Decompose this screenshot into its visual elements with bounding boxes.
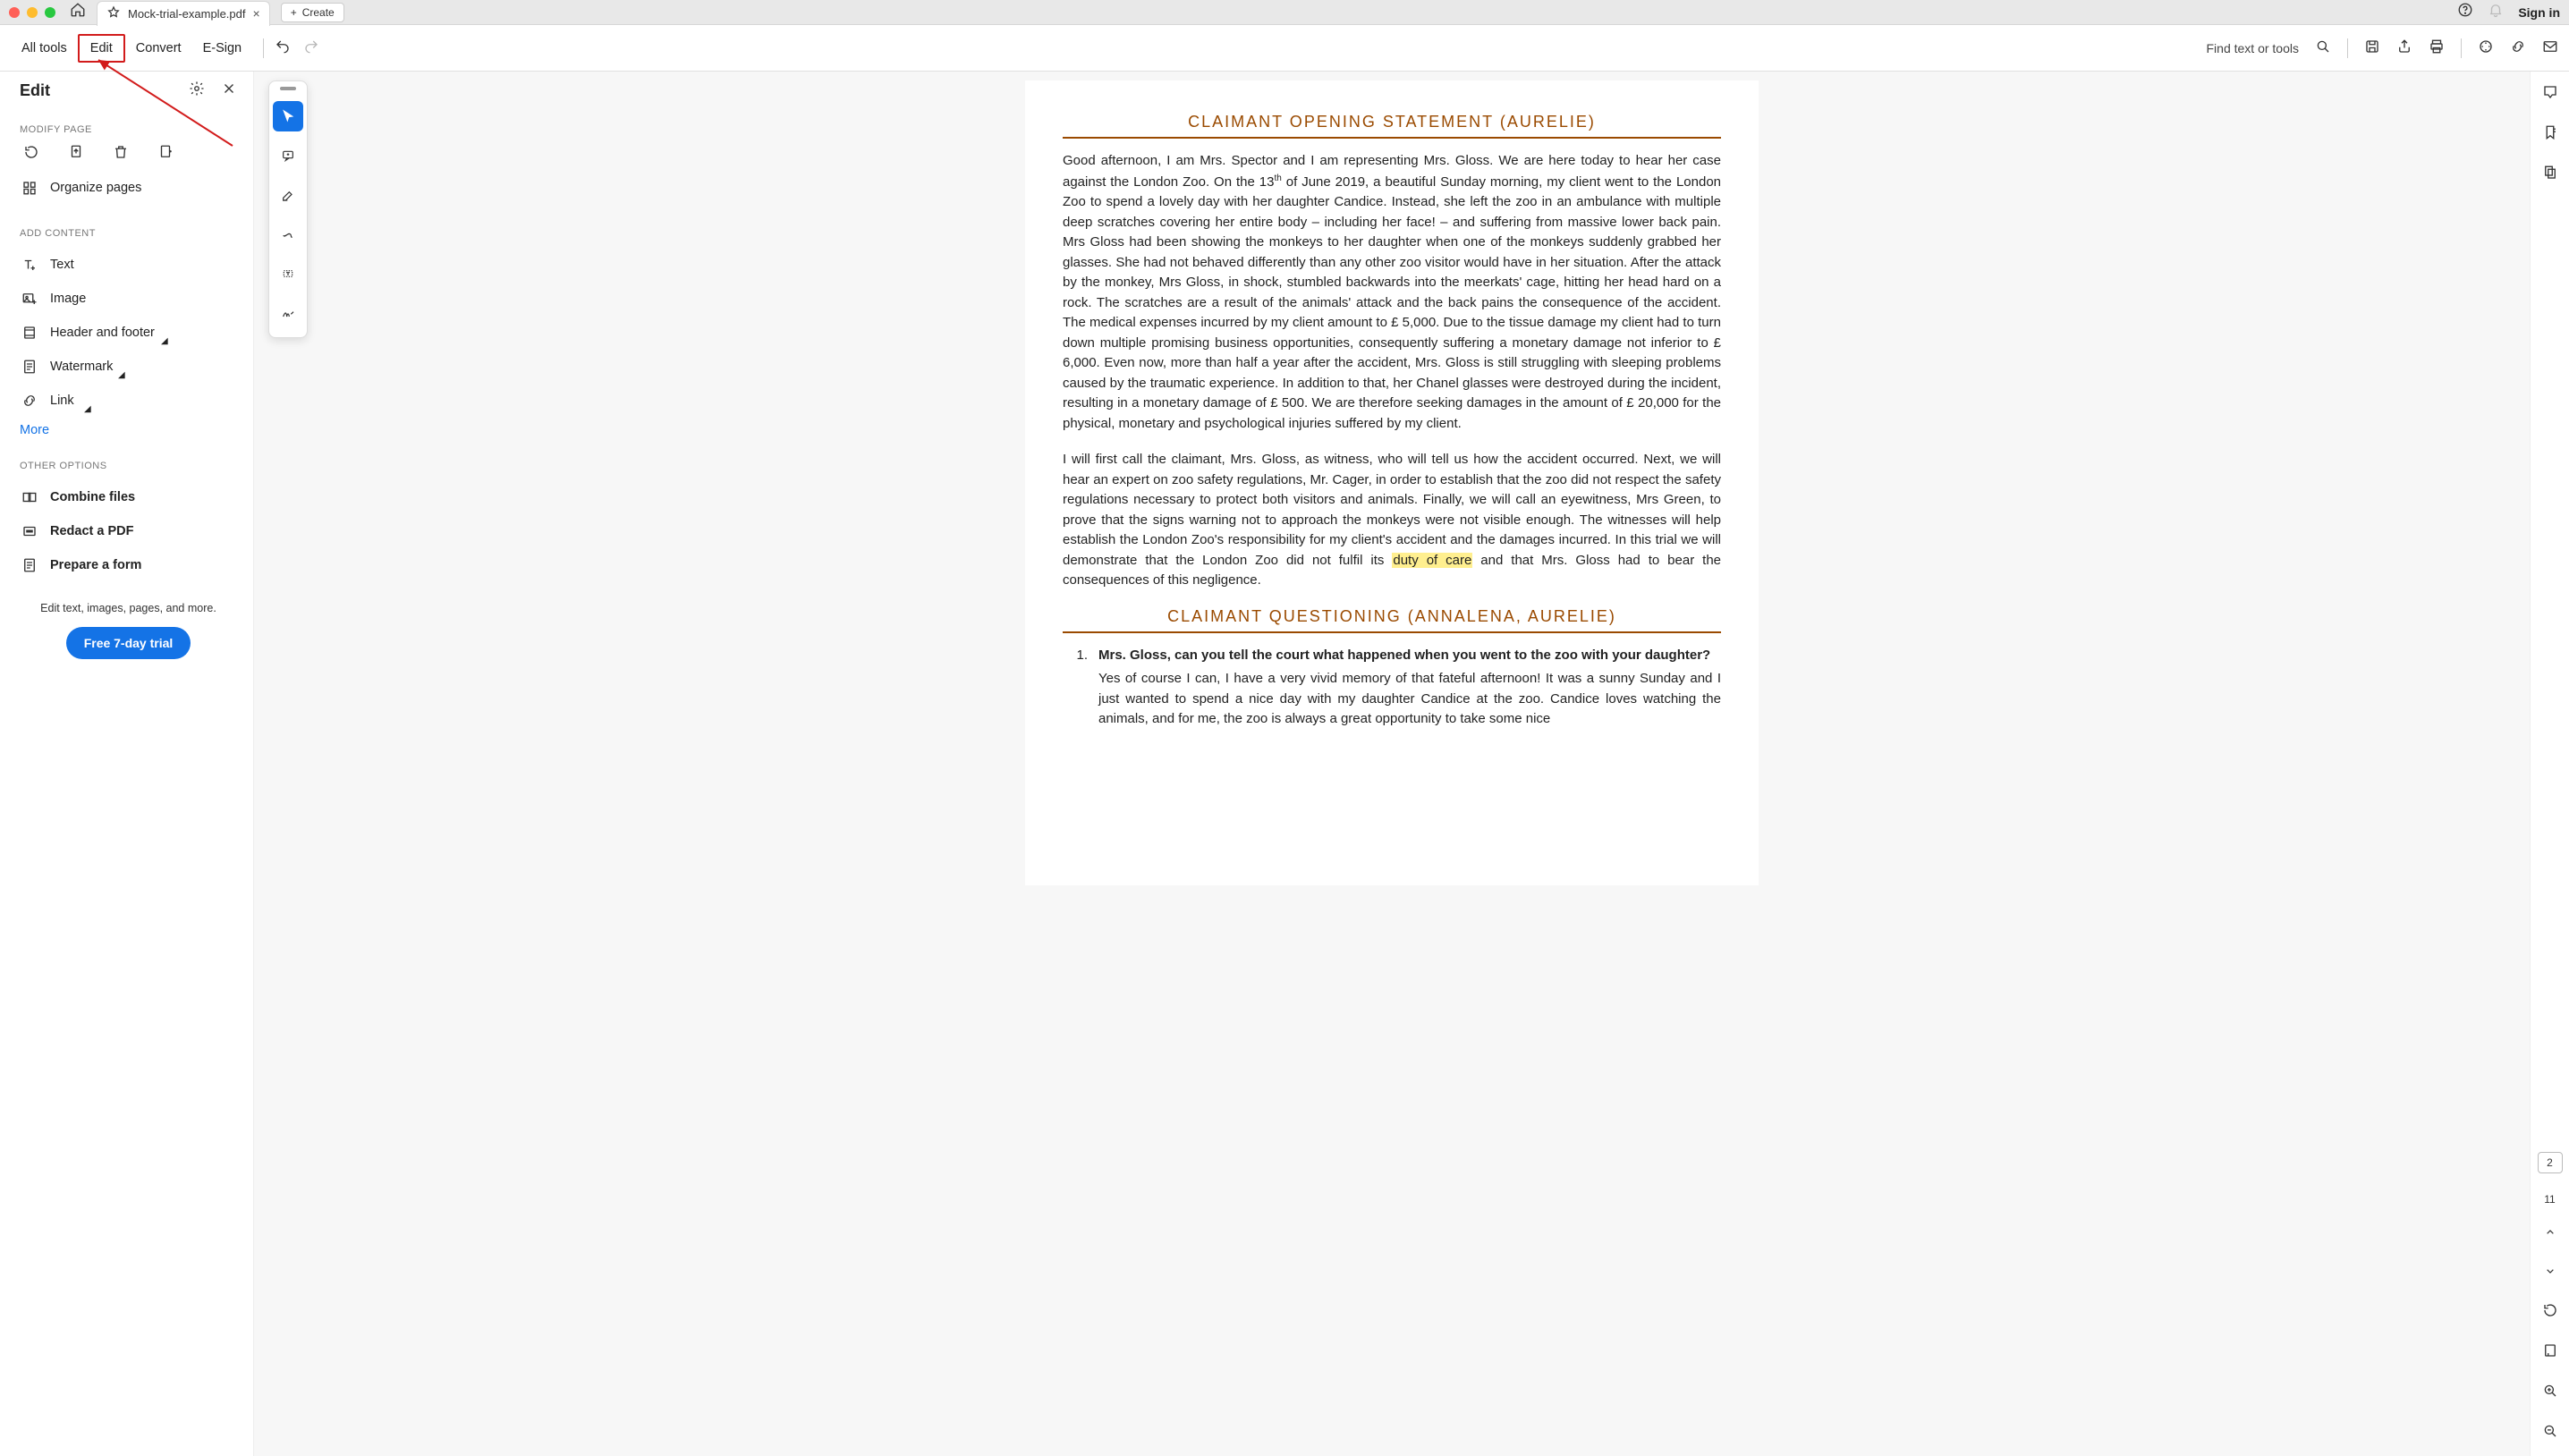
redact-label: Redact a PDF [50, 524, 133, 538]
convert-menu[interactable]: Convert [125, 36, 192, 61]
document-viewport[interactable]: CLAIMANT OPENING STATEMENT (AURELIE) Goo… [254, 72, 2530, 1456]
prepare-label: Prepare a form [50, 558, 141, 572]
window-titlebar: Mock-trial-example.pdf × + Create Sign i… [0, 0, 2569, 25]
add-link-label: Link [50, 394, 74, 408]
page-display-icon[interactable] [2542, 1342, 2558, 1363]
rotate-view-icon[interactable] [2542, 1302, 2558, 1323]
next-page-icon[interactable] [2543, 1264, 2557, 1282]
email-icon[interactable] [2542, 38, 2558, 58]
panel-title: Edit [20, 81, 50, 100]
doc-paragraph: I will first call the claimant, Mrs. Glo… [1063, 450, 1721, 591]
tab-title: Mock-trial-example.pdf [128, 7, 246, 21]
highlighted-text: duty of care [1392, 553, 1472, 568]
section-label: MODIFY PAGE [20, 124, 237, 135]
combine-label: Combine files [50, 490, 135, 504]
total-pages: 11 [2544, 1193, 2555, 1206]
section-label: OTHER OPTIONS [20, 461, 237, 471]
toolbar-divider [263, 38, 264, 58]
prev-page-icon[interactable] [2543, 1225, 2557, 1244]
comment-icon[interactable] [2542, 84, 2558, 105]
combine-files-button[interactable]: Combine files [20, 480, 237, 514]
add-image-label: Image [50, 292, 86, 306]
search-icon[interactable] [2315, 38, 2331, 58]
thumbnails-icon[interactable] [2542, 165, 2558, 185]
edit-menu[interactable]: Edit [78, 34, 125, 63]
close-window-icon[interactable] [9, 7, 20, 18]
traffic-lights [9, 7, 55, 18]
share-icon[interactable] [2396, 38, 2412, 58]
main-toolbar: All tools Edit Convert E-Sign Find text … [0, 25, 2569, 72]
promo-text: Edit text, images, pages, and more. [20, 602, 237, 614]
add-link-button[interactable]: Link ◢ [20, 384, 237, 418]
sign-tool-icon[interactable] [273, 298, 303, 328]
add-text-button[interactable]: Text [20, 248, 237, 282]
add-image-button[interactable]: Image [20, 282, 237, 316]
organize-pages-button[interactable]: Organize pages [20, 171, 237, 205]
create-button[interactable]: + Create [281, 3, 344, 22]
select-tool-icon[interactable] [273, 101, 303, 131]
redo-icon[interactable] [303, 38, 319, 58]
toolbar-divider [2347, 38, 2348, 58]
free-trial-button[interactable]: Free 7-day trial [66, 627, 191, 659]
sign-in-button[interactable]: Sign in [2518, 5, 2560, 20]
extract-page-icon[interactable] [68, 144, 84, 160]
doc-heading: CLAIMANT QUESTIONING (ANNALENA, AURELIE) [1063, 607, 1721, 633]
draw-tool-icon[interactable] [273, 219, 303, 250]
qa-item: 1. Mrs. Gloss, can you tell the court wh… [1063, 646, 1721, 730]
ai-assistant-icon[interactable] [2478, 38, 2494, 58]
delete-page-icon[interactable] [113, 144, 129, 160]
floating-toolbar[interactable] [268, 80, 308, 338]
home-icon[interactable] [70, 2, 86, 22]
zoom-in-icon[interactable] [2542, 1383, 2558, 1403]
textbox-tool-icon[interactable] [273, 258, 303, 289]
bell-icon[interactable] [2488, 2, 2504, 22]
watermark-button[interactable]: Watermark ◢ [20, 350, 237, 384]
create-label: Create [302, 6, 335, 19]
gear-icon[interactable] [189, 80, 205, 101]
doc-heading: CLAIMANT OPENING STATEMENT (AURELIE) [1063, 113, 1721, 139]
print-icon[interactable] [2429, 38, 2445, 58]
all-tools-menu[interactable]: All tools [11, 36, 78, 61]
plus-icon: + [291, 6, 297, 19]
undo-icon[interactable] [275, 38, 291, 58]
esign-menu[interactable]: E-Sign [192, 36, 253, 61]
more-button[interactable]: More [20, 423, 237, 437]
zoom-out-icon[interactable] [2542, 1423, 2558, 1443]
organize-label: Organize pages [50, 181, 141, 195]
star-icon[interactable] [106, 5, 121, 22]
edit-panel: Edit MODIFY PAGE Organize pages ADD CONT… [0, 72, 254, 1456]
save-icon[interactable] [2364, 38, 2380, 58]
section-label: ADD CONTENT [20, 228, 237, 239]
help-icon[interactable] [2457, 2, 2473, 22]
prepare-form-button[interactable]: Prepare a form [20, 548, 237, 582]
right-rail: 2 11 [2530, 72, 2569, 1456]
add-text-label: Text [50, 258, 74, 272]
find-label: Find text or tools [2207, 41, 2300, 55]
header-footer-button[interactable]: Header and footer ◢ [20, 316, 237, 350]
close-panel-icon[interactable] [221, 80, 237, 101]
watermark-label: Watermark [50, 360, 113, 374]
document-tab[interactable]: Mock-trial-example.pdf × [97, 1, 270, 26]
close-tab-icon[interactable]: × [253, 6, 260, 21]
bookmark-icon[interactable] [2542, 124, 2558, 145]
question-text: Mrs. Gloss, can you tell the court what … [1098, 646, 1721, 666]
maximize-window-icon[interactable] [45, 7, 55, 18]
toolbar-divider [2461, 38, 2462, 58]
rotate-icon[interactable] [23, 144, 39, 160]
header-footer-label: Header and footer [50, 326, 155, 340]
insert-page-icon[interactable] [157, 144, 174, 160]
current-page-input[interactable]: 2 [2538, 1152, 2563, 1173]
answer-text: Yes of course I can, I have a very vivid… [1098, 669, 1721, 730]
highlight-tool-icon[interactable] [273, 180, 303, 210]
link-icon[interactable] [2510, 38, 2526, 58]
doc-paragraph: Good afternoon, I am Mrs. Spector and I … [1063, 151, 1721, 434]
drag-handle-icon[interactable] [280, 87, 296, 90]
redact-pdf-button[interactable]: Redact a PDF [20, 514, 237, 548]
comment-tool-icon[interactable] [273, 140, 303, 171]
pdf-page: CLAIMANT OPENING STATEMENT (AURELIE) Goo… [1025, 80, 1759, 885]
minimize-window-icon[interactable] [27, 7, 38, 18]
